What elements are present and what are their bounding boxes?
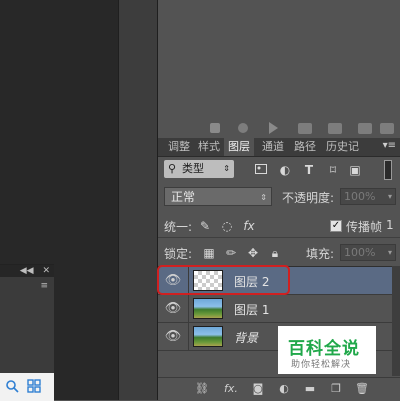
tab-adjustments[interactable]: 调整 [164, 138, 194, 156]
layer-name[interactable]: 背景 [234, 329, 258, 346]
search-icon[interactable] [4, 379, 20, 395]
filter-toggle[interactable] [384, 160, 392, 180]
fill-value: 100% [344, 246, 376, 259]
opacity-value: 100% [344, 190, 376, 203]
search-icon: ⚲ [168, 162, 177, 175]
filter-kind-select[interactable]: ⚲ 类型 ⇕ [164, 160, 234, 178]
folder-icon[interactable] [298, 123, 312, 134]
selected-layer-highlight [157, 265, 290, 295]
blend-mode-value: 正常 [171, 190, 196, 204]
unify-position-icon[interactable]: ✎ [198, 219, 212, 233]
grid-icon[interactable] [26, 379, 42, 395]
shape-filter-icon[interactable]: ⌑ [326, 163, 340, 177]
collapse-arrows-icon[interactable]: ◀◀ [20, 266, 34, 276]
blend-row: 正常 ⇕ 不透明度: 100% ▾ [158, 186, 400, 208]
chevron-updown-icon: ⇕ [223, 164, 230, 173]
layers-scrollbar[interactable] [392, 266, 400, 376]
tab-styles[interactable]: 样式 [194, 138, 224, 156]
play-icon[interactable] [269, 122, 278, 134]
panel-top-area [158, 0, 400, 118]
panel-menu-icon[interactable]: ▾≡ [383, 140, 396, 151]
new-layer-icon[interactable] [358, 123, 372, 134]
link-icon[interactable]: ⛓ [194, 382, 210, 396]
tab-channels[interactable]: 通道 [258, 138, 288, 156]
adjustment-icon[interactable]: ◐ [276, 382, 292, 396]
opacity-label: 不透明度: [282, 191, 335, 205]
divider [188, 323, 189, 351]
unify-style-icon[interactable]: fx [242, 219, 256, 233]
opacity-field[interactable]: 100% ▾ [340, 188, 396, 205]
blend-mode-select[interactable]: 正常 ⇕ [164, 187, 272, 206]
folder-icon[interactable]: ▬ [302, 382, 318, 396]
smart-object-filter-icon[interactable]: ▣ [348, 163, 362, 177]
tab-history[interactable]: 历史记 [322, 138, 363, 156]
propagate-checkbox[interactable]: ✓ [330, 220, 342, 232]
layer-row[interactable]: 👁︎ 图层 1 [158, 295, 392, 323]
canvas-scroll-edge [118, 0, 158, 400]
lock-paint-icon[interactable]: ✏ [224, 246, 238, 260]
mask-icon[interactable]: ◙ [250, 382, 266, 396]
close-icon[interactable]: ✕ [42, 266, 50, 276]
adjustment-filter-icon[interactable]: ◐ [278, 163, 292, 177]
tab-paths[interactable]: 路径 [290, 138, 320, 156]
layer-thumbnail [193, 326, 223, 347]
fill-field[interactable]: 100% ▾ [340, 244, 396, 261]
panel-menu-icon[interactable]: ≡ [40, 281, 48, 291]
collapsed-panel: ◀◀ ✕ ≡ [0, 264, 54, 401]
panel-tabs: 调整 样式 图层 通道 路径 历史记 ▾≡ [158, 138, 400, 157]
filter-kind-label: 类型 [182, 162, 204, 175]
text-filter-icon[interactable]: T [302, 163, 316, 177]
lock-all-icon[interactable]: 🔒︎ [268, 246, 282, 260]
unify-label: 统一: [164, 220, 193, 234]
lock-label: 锁定: [164, 247, 193, 261]
mask-icon[interactable] [328, 123, 342, 134]
layer-thumbnail [193, 298, 223, 319]
chevron-down-icon: ▾ [387, 248, 392, 257]
divider [188, 295, 189, 323]
tab-layers[interactable]: 图层 [224, 138, 254, 156]
unify-row: 统一: ✎ ◌ fx ✓ 传播帧 1 [158, 214, 400, 238]
propagate-label: 传播帧 [346, 220, 383, 234]
chevron-updown-icon: ⇕ [260, 193, 267, 202]
layers-bottom-bar: ⛓ fx. ◙ ◐ ▬ ❐ 🗑︎ [158, 377, 400, 401]
watermark: 百科全说 助你轻松解决 [278, 326, 376, 374]
unify-visibility-icon[interactable]: ◌ [220, 219, 234, 233]
lock-transparency-icon[interactable]: ▦ [202, 246, 216, 260]
collapsed-panel-header: ◀◀ ✕ [0, 265, 54, 277]
filter-row: ⚲ 类型 ⇕ ◐ T ⌑ ▣ [158, 158, 400, 182]
animation-toolbar [158, 118, 400, 139]
chevron-down-icon: ▾ [387, 192, 392, 201]
watermark-title: 百科全说 [288, 339, 360, 359]
layer-name[interactable]: 图层 1 [234, 301, 269, 318]
trash-icon[interactable]: 🗑︎ [354, 382, 370, 396]
eye-icon[interactable]: 👁︎ [164, 300, 182, 318]
new-layer-icon[interactable]: ❐ [328, 382, 344, 396]
fill-label: 填充: [306, 247, 335, 261]
image-filter-icon[interactable] [254, 163, 268, 177]
record-icon[interactable] [238, 123, 248, 133]
fx-icon[interactable]: fx. [220, 382, 242, 396]
mini-toolbar [0, 373, 54, 401]
stop-icon[interactable] [210, 123, 220, 133]
trash-icon[interactable] [380, 123, 394, 134]
lock-row: 锁定: ▦ ✏ ✥ 🔒︎ 填充: 100% ▾ [158, 242, 400, 264]
propagate-value: 1 [386, 218, 394, 232]
watermark-subtitle: 助你轻松解决 [291, 360, 352, 370]
lock-move-icon[interactable]: ✥ [246, 246, 260, 260]
eye-icon[interactable]: 👁︎ [164, 328, 182, 346]
